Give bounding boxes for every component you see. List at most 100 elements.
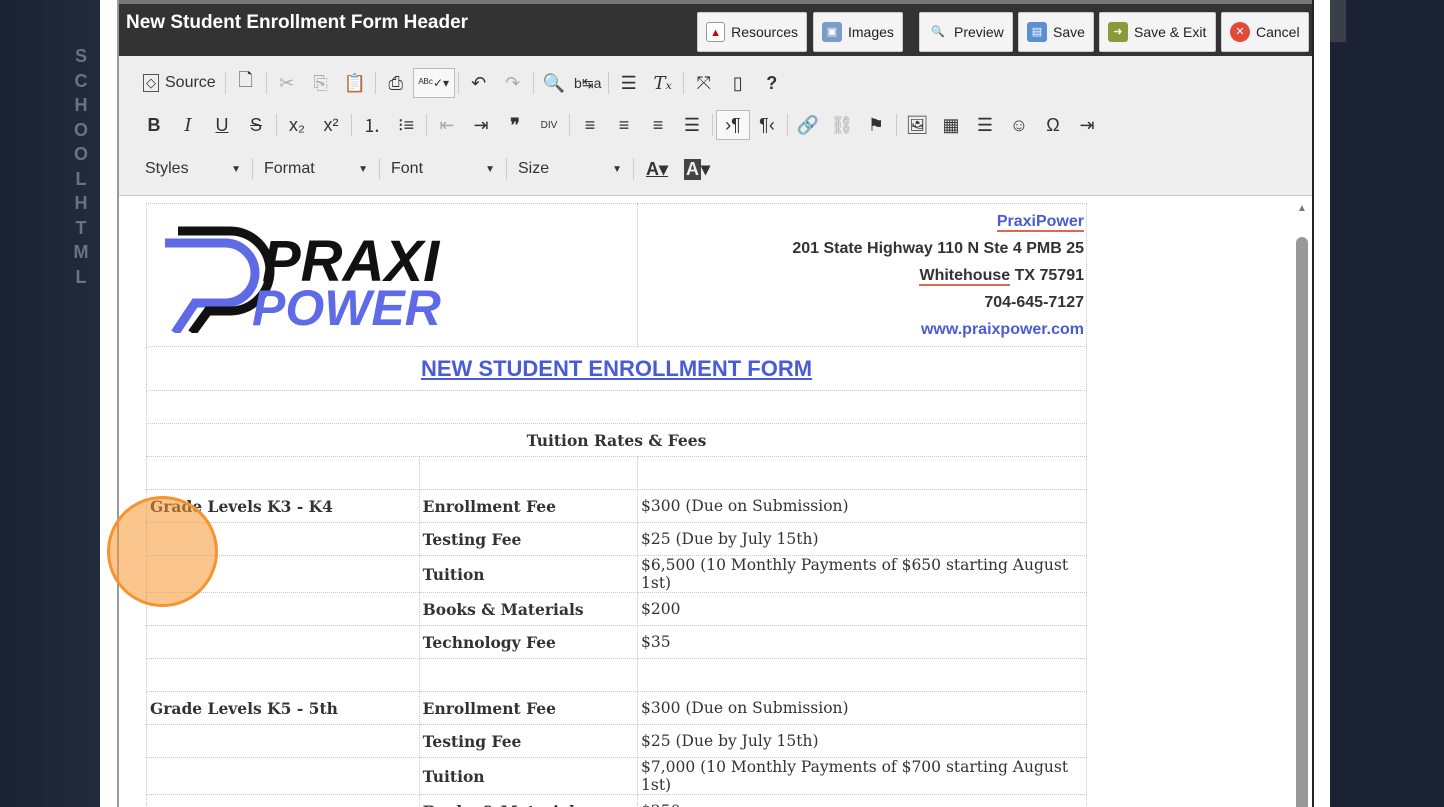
smiley-icon[interactable]: ☺ (1002, 110, 1036, 140)
chevron-down-icon: ▼ (231, 163, 241, 175)
scroll-up-arrow-icon[interactable]: ▲ (1296, 203, 1308, 214)
special-char-omega-icon[interactable]: Ω (1036, 110, 1070, 140)
fee-amount-cell: $25 (Due by July 15th) (637, 522, 1087, 556)
text-color-icon[interactable]: A▾ (637, 154, 677, 184)
fee-amount-cell (637, 456, 1087, 490)
fee-name-cell (418, 658, 639, 692)
fee-amount-cell: $300 (Due on Submission) (637, 691, 1087, 725)
source-icon: ◇ (143, 74, 159, 92)
scrollbar-thumb[interactable] (1296, 237, 1308, 807)
vertical-scrollbar[interactable]: ▲ (1296, 203, 1308, 807)
fee-name-cell: Enrollment Fee (418, 489, 639, 523)
indent-icon[interactable]: ⇥ (464, 110, 498, 140)
grade-level-cell (146, 724, 420, 758)
format-dropdown[interactable]: Format ▼ (256, 154, 376, 184)
side-letter: O (73, 119, 88, 140)
save-button[interactable]: ▤ Save (1018, 12, 1094, 52)
grade-level-cell (146, 625, 420, 659)
spellcheck-icon[interactable]: ᴬᴮᶜ✓▾ (412, 68, 455, 98)
save-exit-button[interactable]: ➜ Save & Exit (1099, 12, 1216, 52)
font-dropdown[interactable]: Font ▼ (383, 154, 503, 184)
fee-row: Testing Fee $25 (Due by July 15th) (146, 724, 1087, 758)
bulleted-list-icon[interactable]: ⁝≡ (389, 110, 423, 140)
help-icon[interactable]: ? (755, 68, 789, 98)
image-icon[interactable]: 🖼 (900, 110, 934, 140)
table-icon[interactable]: ▦ (934, 110, 968, 140)
undo-icon[interactable]: ↶ (462, 68, 496, 98)
side-letter: L (75, 168, 87, 189)
ltr-icon[interactable]: ›¶ (716, 110, 750, 140)
fee-row: Grade Levels K5 - 5th Enrollment Fee $300 … (146, 691, 1087, 725)
copy-icon[interactable]: ⎘ (304, 68, 338, 98)
horizontal-rule-icon[interactable]: ☰ (968, 110, 1002, 140)
anchor-flag-icon[interactable]: ⚑ (859, 110, 893, 140)
link-icon[interactable]: 🔗 (791, 110, 825, 140)
bold-icon[interactable]: B (137, 110, 171, 140)
cut-icon[interactable]: ✂ (270, 68, 304, 98)
fee-amount-cell (637, 658, 1087, 692)
select-all-icon[interactable]: ☰ (612, 68, 646, 98)
preview-button[interactable]: 🔍 Preview (919, 12, 1013, 52)
state-zip: TX 75791 (1014, 266, 1084, 284)
remove-format-icon[interactable]: Tₓ (646, 68, 680, 98)
numbered-list-icon[interactable]: ⒈ (355, 110, 389, 140)
source-button[interactable]: ◇ Source (137, 74, 222, 92)
cancel-button[interactable]: ✕ Cancel (1221, 12, 1309, 52)
blockquote-icon[interactable]: ❞ (498, 110, 532, 140)
div-container-icon[interactable]: DIV (532, 110, 566, 140)
grade-level-cell (146, 658, 420, 692)
rtl-icon[interactable]: ¶‹ (750, 110, 784, 140)
redo-icon[interactable]: ↷ (496, 68, 530, 98)
fee-row: Testing Fee $25 (Due by July 15th) (146, 522, 1087, 556)
save-exit-label: Save & Exit (1134, 24, 1207, 40)
print-icon[interactable]: ⎙ (379, 68, 413, 98)
fee-amount-cell: $6,500 (10 Monthly Payments of $650 star… (637, 555, 1087, 593)
grade-level-cell (146, 757, 420, 795)
page-break-icon[interactable]: ⇥ (1070, 110, 1104, 140)
superscript-icon[interactable]: x² (314, 110, 348, 140)
paste-icon[interactable]: 📋 (338, 68, 372, 98)
fee-row: Technology Fee $35 (146, 625, 1087, 659)
address-cell: PraxiPower 201 State Highway 110 N Ste 4… (637, 203, 1087, 347)
fee-amount-cell: $7,000 (10 Monthly Payments of $700 star… (637, 757, 1087, 795)
justify-icon[interactable]: ☰ (675, 110, 709, 140)
new-page-icon[interactable]: 🗋 (229, 68, 263, 98)
size-dropdown[interactable]: Size ▼ (510, 154, 630, 184)
replace-icon[interactable]: b↹a (571, 68, 605, 98)
side-letter: H (74, 193, 88, 213)
editor-content[interactable]: PRAXI POWER PraxiPower 201 State Highway… (119, 197, 1312, 807)
save-label: Save (1053, 24, 1085, 40)
align-left-icon[interactable]: ≡ (573, 110, 607, 140)
website-link[interactable]: www.praixpower.com (921, 321, 1084, 338)
unlink-icon[interactable]: ⛓ (825, 110, 859, 140)
show-blocks-icon[interactable]: ▯ (721, 68, 755, 98)
fee-amount-cell: $200 (637, 592, 1087, 626)
background-color-icon[interactable]: A ▾ (677, 154, 717, 184)
company-link[interactable]: PraxiPower (996, 212, 1084, 232)
fee-name-cell: Books & Materials (418, 794, 639, 807)
resources-button[interactable]: ▲ Resources (697, 12, 807, 52)
align-center-icon[interactable]: ≡ (607, 110, 641, 140)
styles-label: Styles (145, 160, 189, 177)
find-icon[interactable]: 🔍 (537, 68, 571, 98)
outdent-icon[interactable]: ⇤ (430, 110, 464, 140)
fee-name-cell: Tuition (418, 555, 639, 593)
strikethrough-icon[interactable]: S (239, 110, 273, 140)
subscript-icon[interactable]: x₂ (280, 110, 314, 140)
fee-row: Books & Materials $200 (146, 592, 1087, 626)
images-button[interactable]: ▣ Images (813, 12, 903, 52)
school-html-label: SCHOOL HTML (72, 44, 90, 289)
align-right-icon[interactable]: ≡ (641, 110, 675, 140)
left-sidebar: SCHOOL HTML (0, 0, 100, 807)
praxipower-logo: PRAXI POWER (165, 226, 441, 336)
city: Whitehouse (919, 266, 1011, 286)
styles-dropdown[interactable]: Styles ▼ (137, 154, 249, 184)
document-table: PRAXI POWER PraxiPower 201 State Highway… (146, 203, 1087, 807)
italic-icon[interactable]: I (171, 110, 205, 140)
source-label: Source (165, 74, 216, 91)
maximize-icon[interactable]: ⤧ (687, 68, 721, 98)
images-icon: ▣ (822, 22, 842, 42)
underline-icon[interactable]: U (205, 110, 239, 140)
images-label: Images (848, 24, 894, 40)
fee-row (146, 456, 1087, 490)
